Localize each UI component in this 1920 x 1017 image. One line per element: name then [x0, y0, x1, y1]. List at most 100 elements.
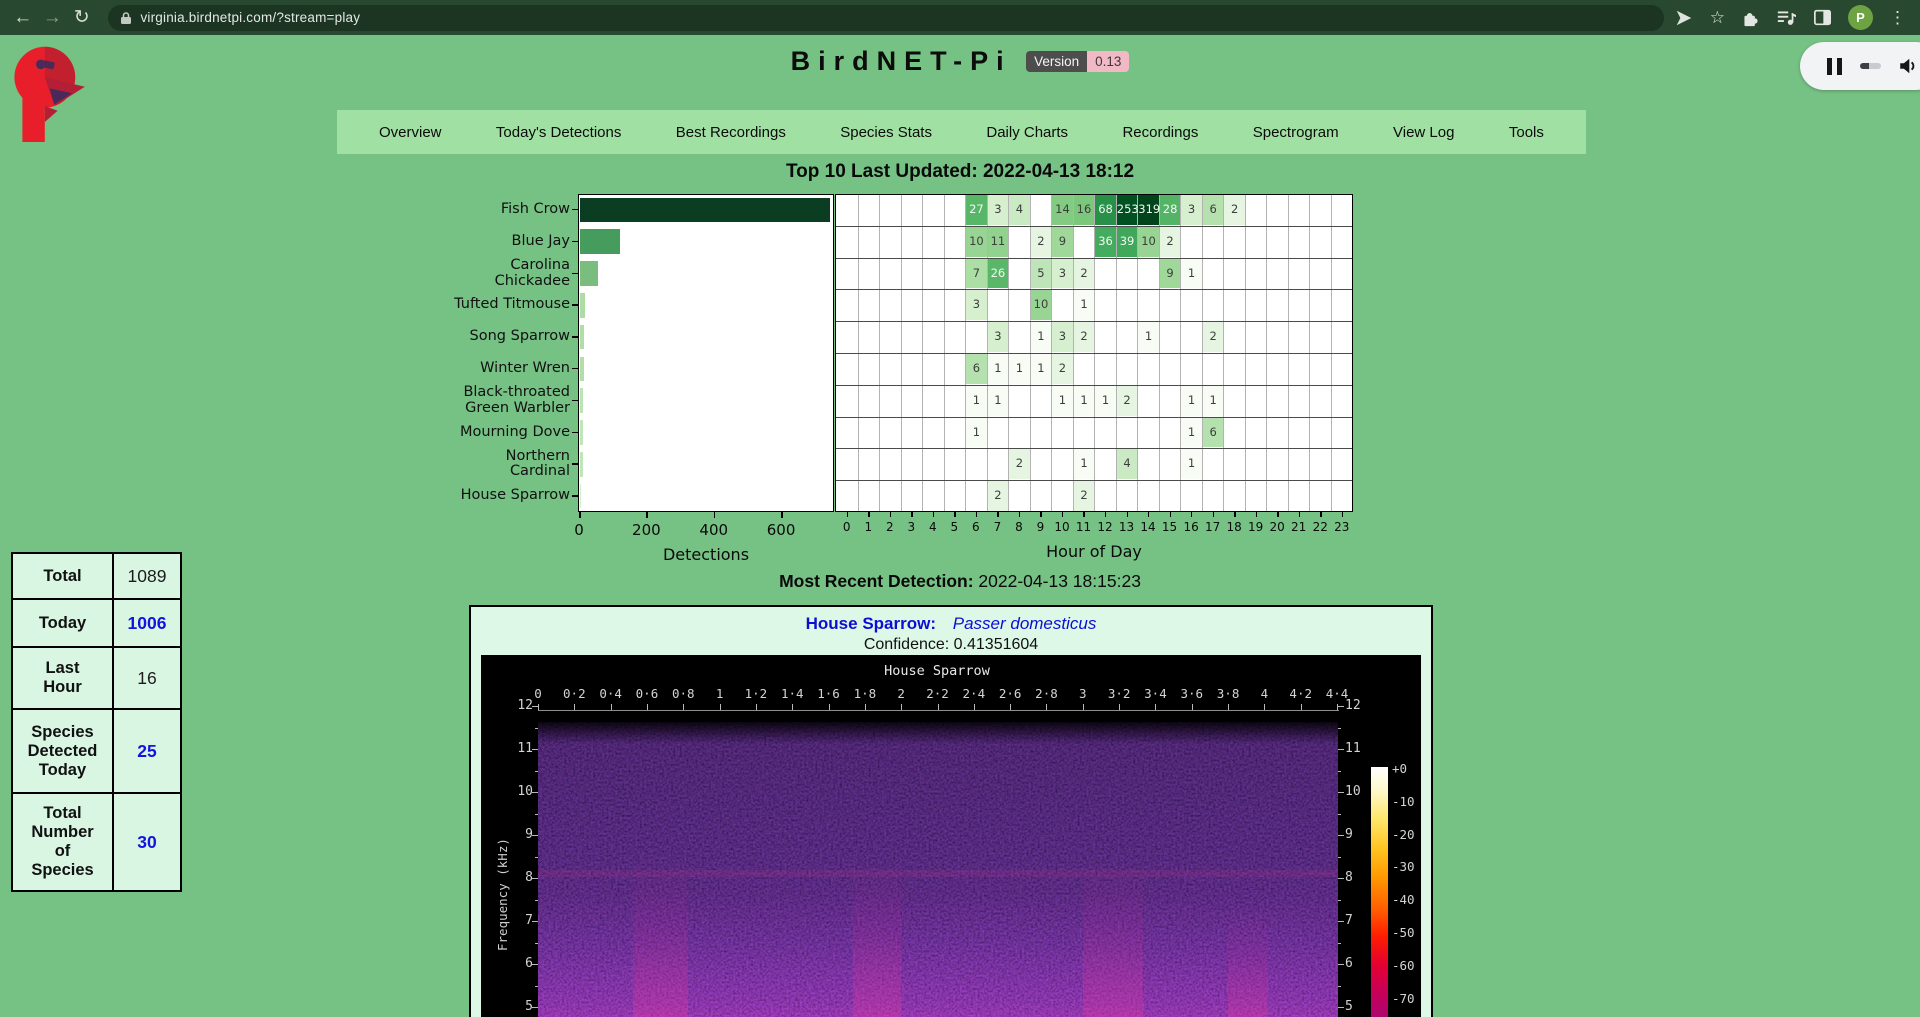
hour-axis-tick-label: 2 — [879, 520, 901, 534]
frequency-axis-label: Frequency (kHz) — [495, 775, 511, 1015]
time-tick-label: 3·4 — [1135, 686, 1175, 701]
audio-player — [1800, 42, 1920, 90]
side-panel-icon[interactable] — [1813, 9, 1832, 26]
time-tick-label: 2·8 — [1026, 686, 1066, 701]
time-tick — [865, 704, 866, 710]
time-tick — [574, 704, 575, 710]
heatmap-cell: 27 — [966, 195, 987, 225]
forward-icon[interactable]: → — [37, 0, 66, 35]
extensions-icon[interactable] — [1741, 8, 1760, 27]
nav-item-recordings[interactable]: Recordings — [1122, 124, 1198, 141]
heatmap-cell: 9 — [1160, 259, 1181, 289]
freq-minor-tick — [535, 771, 538, 772]
heatmap-cell: 10 — [1031, 290, 1052, 320]
hour-axis-tick — [1277, 512, 1278, 517]
seek-bar[interactable] — [1860, 63, 1881, 69]
species-label-fish-crow: Fish Crow — [380, 202, 570, 218]
hour-axis-tick-label: 21 — [1288, 520, 1310, 534]
freq-minor-tick — [1338, 986, 1341, 987]
time-tick-label: 1·8 — [845, 686, 885, 701]
page-title: BirdNET-Pi — [791, 46, 1012, 76]
heatmap-cell: 1 — [1181, 386, 1202, 416]
heatmap-cell: 1 — [1074, 290, 1095, 320]
nav-item-today-s-detections[interactable]: Today's Detections — [496, 124, 621, 141]
profile-avatar[interactable]: P — [1848, 5, 1873, 30]
hour-axis-tick-label: 1 — [857, 520, 879, 534]
detection-common-name[interactable]: House Sparrow: — [806, 614, 936, 633]
hour-axis-tick-label: 7 — [986, 520, 1008, 534]
freq-tick — [1338, 1007, 1344, 1008]
hour-axis-label: Hour of Day — [1014, 542, 1174, 561]
heatmap-cell: 319 — [1138, 195, 1159, 225]
heatmap-cell: 1 — [966, 418, 987, 448]
freq-tick — [1338, 878, 1344, 879]
volume-icon[interactable] — [1897, 56, 1918, 76]
species-axis-tick — [572, 336, 578, 338]
heatmap-cell: 2 — [1117, 386, 1138, 416]
time-tick — [647, 704, 648, 710]
species-axis-tick — [572, 495, 578, 497]
heatmap-cell: 6 — [966, 354, 987, 384]
heatmap-cell: 1 — [966, 386, 987, 416]
detections-bar — [580, 229, 620, 254]
bookmark-star-icon[interactable]: ☆ — [1710, 0, 1725, 35]
nav-item-daily-charts[interactable]: Daily Charts — [986, 124, 1068, 141]
stats-value[interactable]: 30 — [114, 794, 180, 890]
freq-minor-tick — [1338, 943, 1341, 944]
time-tick — [1155, 704, 1156, 710]
detection-scientific-name[interactable]: Passer domesticus — [953, 614, 1097, 633]
hour-axis-tick — [1083, 512, 1084, 517]
hour-axis-tick — [1148, 512, 1149, 517]
hour-axis-tick — [976, 512, 977, 517]
nav-item-best-recordings[interactable]: Best Recordings — [676, 124, 786, 141]
colorbar-tick-label: -30 — [1392, 859, 1415, 874]
heatmap-cell: 3 — [988, 322, 1009, 352]
heatmap-cell: 68 — [1095, 195, 1116, 225]
menu-icon[interactable]: ⋮ — [1889, 0, 1906, 35]
nav-item-spectrogram[interactable]: Spectrogram — [1253, 124, 1339, 141]
time-tick-label: 3·2 — [1099, 686, 1139, 701]
hour-axis-tick — [868, 512, 869, 517]
time-tick — [938, 704, 939, 710]
heatmap-cell: 1 — [1203, 386, 1224, 416]
spectrogram-image — [538, 722, 1338, 1017]
time-tick-label: 1·6 — [809, 686, 849, 701]
toolbar-actions: ☆ P ⋮ — [1674, 0, 1920, 35]
reload-icon[interactable]: ↻ — [67, 0, 96, 35]
freq-tick-label-right: 11 — [1345, 741, 1379, 756]
back-icon[interactable]: ← — [8, 0, 37, 35]
freq-tick-label-left: 8 — [499, 870, 533, 885]
time-tick — [974, 704, 975, 710]
freq-tick-label-right: 5 — [1345, 999, 1379, 1014]
version-badge: Version0.13 — [1026, 51, 1129, 72]
heatmap-cell: 10 — [1138, 227, 1159, 257]
send-icon[interactable] — [1674, 8, 1694, 28]
nav-item-tools[interactable]: Tools — [1509, 124, 1544, 141]
hour-axis-tick — [1299, 512, 1300, 517]
heatmap-cell: 1 — [1052, 386, 1073, 416]
hour-axis-tick-label: 5 — [943, 520, 965, 534]
nav-item-view-log[interactable]: View Log — [1393, 124, 1454, 141]
time-tick — [1301, 704, 1302, 710]
heatmap-cell: 9 — [1052, 227, 1073, 257]
stats-value[interactable]: 25 — [114, 710, 180, 792]
heatmap-cell: 11 — [988, 227, 1009, 257]
hour-axis-tick — [1019, 512, 1020, 517]
bar-axis-tick — [781, 512, 783, 518]
stats-value[interactable]: 1006 — [114, 600, 180, 646]
hour-axis-tick — [1320, 512, 1321, 517]
detections-bar — [580, 325, 584, 350]
hour-axis-tick-label: 14 — [1137, 520, 1159, 534]
nav-item-species-stats[interactable]: Species Stats — [840, 124, 932, 141]
freq-tick-label-right: 12 — [1345, 698, 1379, 713]
media-controls-icon[interactable] — [1776, 8, 1797, 27]
nav-item-overview[interactable]: Overview — [379, 124, 442, 141]
freq-tick — [532, 749, 538, 750]
detection-panel: House Sparrow: Passer domesticus Confide… — [469, 605, 1433, 1017]
freq-tick-label-left: 7 — [499, 913, 533, 928]
stats-label: Total Number of Species — [13, 794, 114, 890]
pause-icon[interactable] — [1827, 58, 1842, 75]
address-bar[interactable]: virginia.birdnetpi.com/?stream=play — [108, 5, 1663, 31]
stats-row-last-hour: Last Hour16 — [13, 648, 180, 710]
hour-axis-tick — [1105, 512, 1106, 517]
